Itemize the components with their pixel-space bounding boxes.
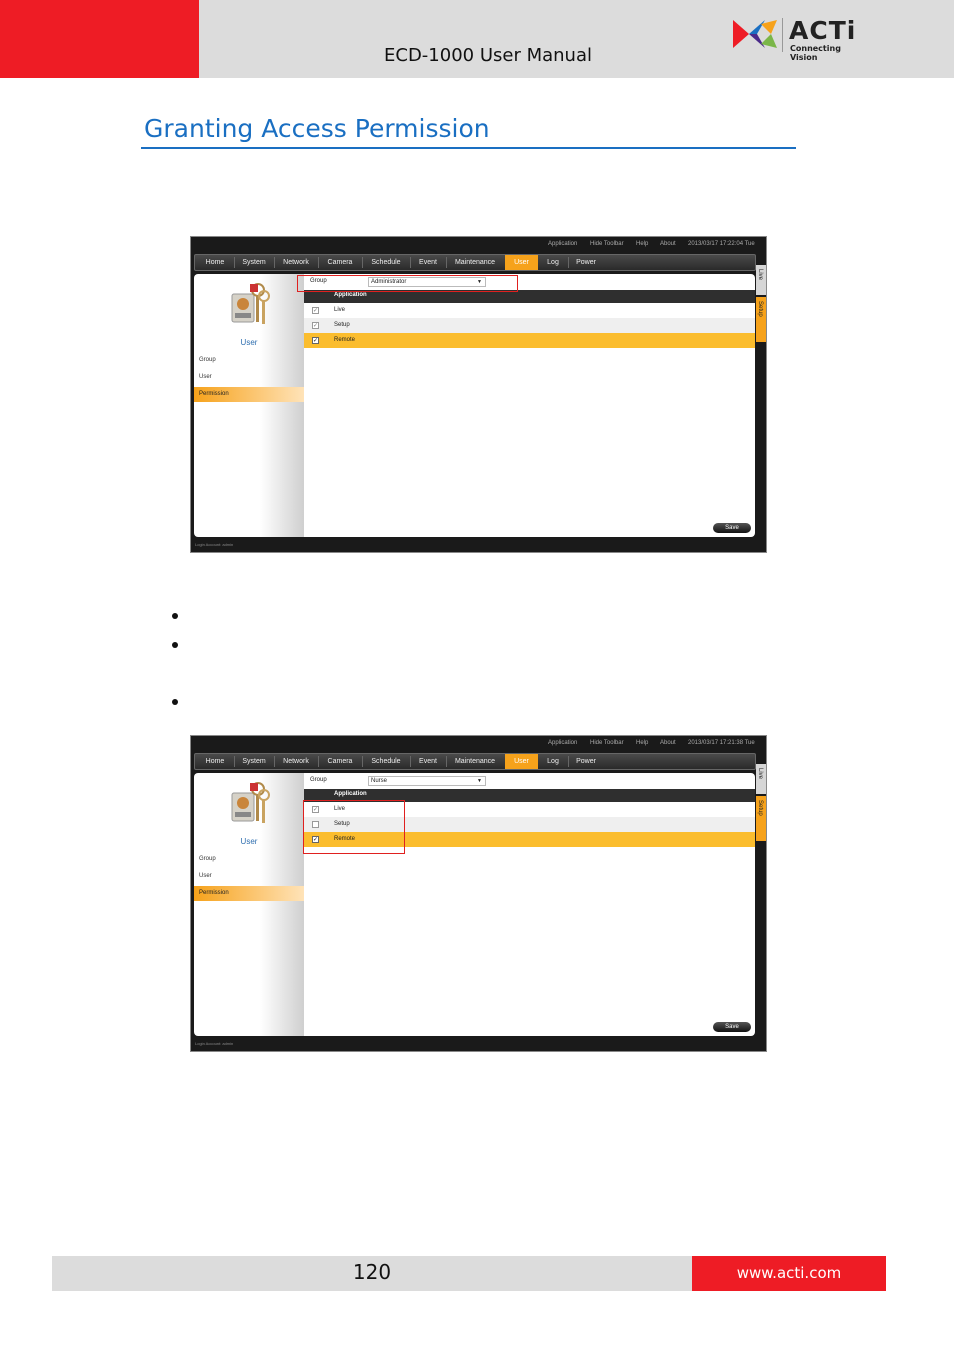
vtab-live-label: Live bbox=[757, 269, 763, 281]
vtab-setup-label: Setup bbox=[757, 301, 763, 317]
permission-row-remote: ✓ Remote bbox=[304, 333, 755, 348]
page-footer: 120 bbox=[52, 1256, 692, 1291]
logo-wordmark: ACTi bbox=[789, 16, 857, 45]
group-label: Group bbox=[310, 777, 327, 783]
acti-logo-icon bbox=[733, 20, 777, 48]
nav-schedule[interactable]: Schedule bbox=[364, 754, 408, 769]
section-rule bbox=[141, 147, 796, 149]
user-caption: User bbox=[240, 837, 258, 846]
nav-maintenance[interactable]: Maintenance bbox=[448, 754, 502, 769]
toolbar-application[interactable]: Application bbox=[548, 241, 577, 247]
toolbar-datetime: 2013/03/17 17:21:38 Tue bbox=[688, 740, 755, 746]
remote-label: Remote bbox=[334, 337, 356, 343]
page-number: 120 bbox=[352, 1260, 392, 1284]
main-nav: Home System Network Camera Schedule Even… bbox=[194, 254, 756, 271]
toolbar-help[interactable]: Help bbox=[636, 241, 648, 247]
setup-label: Setup bbox=[334, 322, 350, 328]
highlight-group-select bbox=[297, 275, 518, 292]
remote-checkbox[interactable]: ✓ bbox=[312, 337, 319, 344]
user-keys-icon bbox=[231, 283, 270, 324]
application-header-label: Application bbox=[334, 791, 367, 797]
side-link-permission[interactable]: Permission bbox=[194, 387, 304, 402]
save-button[interactable]: Save bbox=[713, 1022, 751, 1032]
group-select-value: Nurse bbox=[371, 778, 388, 784]
application-header-label: Application bbox=[334, 292, 367, 298]
header-red-block bbox=[0, 0, 199, 78]
bullet-point bbox=[172, 642, 178, 648]
live-checkbox[interactable]: ✓ bbox=[312, 307, 319, 314]
user-caption: User bbox=[240, 338, 258, 347]
live-label: Live bbox=[334, 307, 346, 313]
nav-network[interactable]: Network bbox=[276, 754, 316, 769]
user-keys-icon bbox=[231, 782, 270, 823]
side-link-permission[interactable]: Permission bbox=[194, 886, 304, 901]
vtab-setup[interactable]: Setup bbox=[756, 297, 766, 342]
side-link-group[interactable]: Group bbox=[194, 852, 304, 867]
vtab-live[interactable]: Live bbox=[756, 764, 766, 794]
nav-user[interactable]: User bbox=[505, 255, 538, 270]
nav-power[interactable]: Power bbox=[570, 754, 602, 769]
login-info: Login Account: admin bbox=[195, 1041, 234, 1046]
web-toolbar: Application Hide Toolbar Help About 2013… bbox=[191, 736, 766, 752]
nav-system[interactable]: System bbox=[236, 255, 272, 270]
permission-panel: Group Administrator ▼ Application ✓ Live… bbox=[304, 274, 755, 537]
nav-home[interactable]: Home bbox=[198, 255, 232, 270]
section-title: Granting Access Permission bbox=[144, 114, 490, 143]
footer-url-link[interactable]: www.acti.com bbox=[692, 1264, 886, 1282]
side-link-group[interactable]: Group bbox=[194, 353, 304, 368]
save-button[interactable]: Save bbox=[713, 523, 751, 533]
bullet-point bbox=[172, 613, 178, 619]
side-link-user[interactable]: User bbox=[194, 370, 304, 385]
chevron-down-icon: ▼ bbox=[477, 778, 482, 784]
vtab-setup[interactable]: Setup bbox=[756, 796, 766, 841]
toolbar-hide-toolbar[interactable]: Hide Toolbar bbox=[590, 241, 624, 247]
vtab-setup-label: Setup bbox=[757, 800, 763, 816]
main-nav: Home System Network Camera Schedule Even… bbox=[194, 753, 756, 770]
footer-red-block: www.acti.com bbox=[692, 1256, 886, 1291]
permission-row-live: ✓ Live bbox=[304, 303, 755, 318]
nav-schedule[interactable]: Schedule bbox=[364, 255, 408, 270]
nav-event[interactable]: Event bbox=[412, 255, 444, 270]
acti-logo: ACTi Connecting Vision bbox=[731, 16, 871, 62]
logo-tagline: Connecting Vision bbox=[790, 44, 841, 62]
nav-system[interactable]: System bbox=[236, 754, 272, 769]
web-toolbar: Application Hide Toolbar Help About 2013… bbox=[191, 237, 766, 253]
manual-title: ECD-1000 User Manual bbox=[384, 45, 592, 66]
bullet-point bbox=[172, 699, 178, 705]
side-panel: User Group User Permission bbox=[194, 274, 304, 537]
permission-row-setup: ✓ Setup bbox=[304, 318, 755, 333]
page-header: ECD-1000 User Manual ACTi Connecting Vis… bbox=[0, 0, 954, 78]
vtab-live[interactable]: Live bbox=[756, 265, 766, 295]
nav-camera[interactable]: Camera bbox=[320, 754, 360, 769]
nav-power[interactable]: Power bbox=[570, 255, 602, 270]
nav-maintenance[interactable]: Maintenance bbox=[448, 255, 502, 270]
toolbar-hide-toolbar[interactable]: Hide Toolbar bbox=[590, 740, 624, 746]
group-select[interactable]: Nurse ▼ bbox=[368, 776, 486, 786]
nav-log[interactable]: Log bbox=[540, 754, 566, 769]
toolbar-about[interactable]: About bbox=[660, 740, 676, 746]
setup-checkbox[interactable]: ✓ bbox=[312, 322, 319, 329]
nav-home[interactable]: Home bbox=[198, 754, 232, 769]
nav-event[interactable]: Event bbox=[412, 754, 444, 769]
toolbar-help[interactable]: Help bbox=[636, 740, 648, 746]
screenshot-permission-nurse: Application Hide Toolbar Help About 2013… bbox=[190, 735, 767, 1052]
toolbar-about[interactable]: About bbox=[660, 241, 676, 247]
logo-divider bbox=[782, 18, 783, 52]
screenshot-permission-administrator: Application Hide Toolbar Help About 2013… bbox=[190, 236, 767, 553]
nav-camera[interactable]: Camera bbox=[320, 255, 360, 270]
side-panel: User Group User Permission bbox=[194, 773, 304, 1036]
nav-log[interactable]: Log bbox=[540, 255, 566, 270]
toolbar-application[interactable]: Application bbox=[548, 740, 577, 746]
nav-network[interactable]: Network bbox=[276, 255, 316, 270]
vtab-live-label: Live bbox=[757, 768, 763, 780]
toolbar-datetime: 2013/03/17 17:22:04 Tue bbox=[688, 241, 755, 247]
login-info: Login Account: admin bbox=[195, 542, 234, 547]
side-link-user[interactable]: User bbox=[194, 869, 304, 884]
nav-user[interactable]: User bbox=[505, 754, 538, 769]
highlight-checkboxes bbox=[303, 800, 405, 854]
